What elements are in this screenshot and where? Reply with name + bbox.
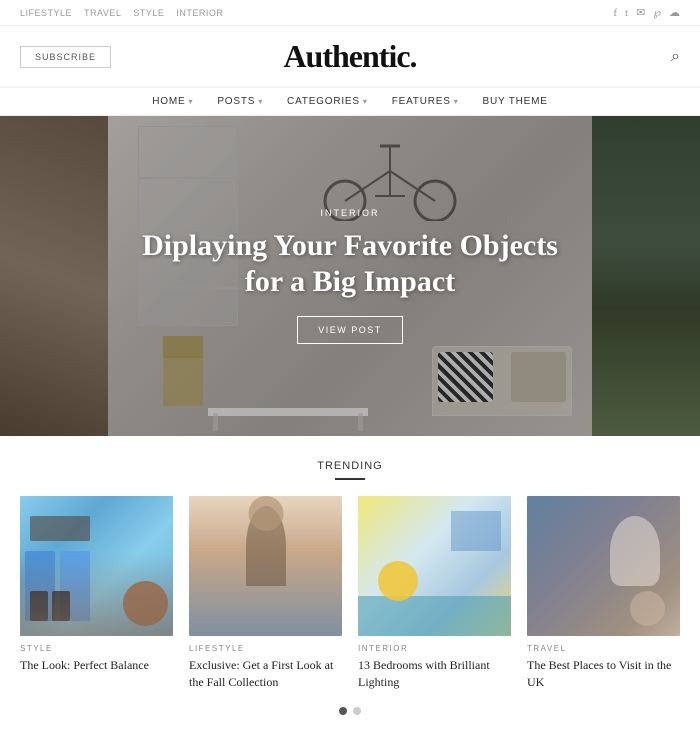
slider-pagination <box>20 691 680 723</box>
card-title-1: The Look: Perfect Balance <box>20 657 173 674</box>
search-icon[interactable]: ⌕ <box>671 48 680 66</box>
card-title-2: Exclusive: Get a First Look at the Fall … <box>189 657 342 691</box>
hero-content: Interior Diplaying Your Favorite Objects… <box>108 116 592 436</box>
trending-header: Trending <box>20 460 680 480</box>
header: Subscribe Authentic. ⌕ <box>0 26 700 87</box>
nav-item-features[interactable]: Features ▾ <box>392 96 459 107</box>
social-icons: f t ✉ ℘ ☁ <box>613 6 680 19</box>
trending-grid: Style The Look: Perfect Balance Lifestyl… <box>20 496 680 691</box>
nav-item-posts[interactable]: Posts ▾ <box>217 96 263 107</box>
card-title-3: 13 Bedrooms with Brilliant Lighting <box>358 657 511 691</box>
hero-main: Interior Diplaying Your Favorite Objects… <box>108 116 592 436</box>
pagination-dot-1[interactable] <box>339 707 347 715</box>
trending-card-4[interactable]: Travel The Best Places to Visit in the U… <box>527 496 680 691</box>
hero-side-left <box>0 116 108 436</box>
card-category-1: Style <box>20 644 173 653</box>
hero-category-label: Interior <box>320 208 379 218</box>
hero-view-post-button[interactable]: View Post <box>297 316 403 344</box>
cloud-icon[interactable]: ☁ <box>669 6 680 19</box>
chevron-down-icon: ▾ <box>258 97 263 106</box>
nav-item-buy-theme[interactable]: Buy Theme <box>483 96 548 107</box>
top-bar: Lifestyle Travel Style Interior f t ✉ ℘ … <box>0 0 700 26</box>
chevron-down-icon: ▾ <box>454 97 459 106</box>
card-category-2: Lifestyle <box>189 644 342 653</box>
topbar-link-interior[interactable]: Interior <box>176 8 223 18</box>
main-nav: Home ▾ Posts ▾ Categories ▾ Features ▾ B… <box>0 87 700 116</box>
card-image-style <box>20 496 173 636</box>
pagination-dot-2[interactable] <box>353 707 361 715</box>
card-category-4: Travel <box>527 644 680 653</box>
card-title-4: The Best Places to Visit in the UK <box>527 657 680 691</box>
topbar-link-travel[interactable]: Travel <box>84 8 121 18</box>
header-left: Subscribe <box>20 46 120 68</box>
chevron-down-icon: ▾ <box>188 97 193 106</box>
trending-card-2[interactable]: Lifestyle Exclusive: Get a First Look at… <box>189 496 342 691</box>
card-image-travel <box>527 496 680 636</box>
topbar-link-style[interactable]: Style <box>133 8 164 18</box>
facebook-icon[interactable]: f <box>613 7 617 19</box>
subscribe-button[interactable]: Subscribe <box>20 46 111 68</box>
nav-item-home[interactable]: Home ▾ <box>152 96 193 107</box>
hero-title: Diplaying Your Favorite Objects for a Bi… <box>128 228 572 300</box>
topbar-link-lifestyle[interactable]: Lifestyle <box>20 8 72 18</box>
card-image-lifestyle <box>189 496 342 636</box>
email-icon[interactable]: ✉ <box>636 6 645 19</box>
twitter-icon[interactable]: t <box>625 7 628 19</box>
site-title: Authentic. <box>120 38 580 75</box>
top-bar-nav: Lifestyle Travel Style Interior <box>20 8 223 18</box>
trending-divider <box>335 478 365 480</box>
trending-section: Trending Style The Look: Perfect Balance <box>0 436 700 739</box>
header-right: ⌕ <box>580 48 680 66</box>
trending-card-1[interactable]: Style The Look: Perfect Balance <box>20 496 173 691</box>
trending-card-3[interactable]: Interior 13 Bedrooms with Brilliant Ligh… <box>358 496 511 691</box>
trending-label: Trending <box>20 460 680 472</box>
nav-item-categories[interactable]: Categories ▾ <box>287 96 368 107</box>
chevron-down-icon: ▾ <box>363 97 368 106</box>
card-category-3: Interior <box>358 644 511 653</box>
hero-side-right <box>592 116 700 436</box>
pinterest-icon[interactable]: ℘ <box>653 6 661 19</box>
card-image-interior <box>358 496 511 636</box>
hero-slider: Interior Diplaying Your Favorite Objects… <box>0 116 700 436</box>
